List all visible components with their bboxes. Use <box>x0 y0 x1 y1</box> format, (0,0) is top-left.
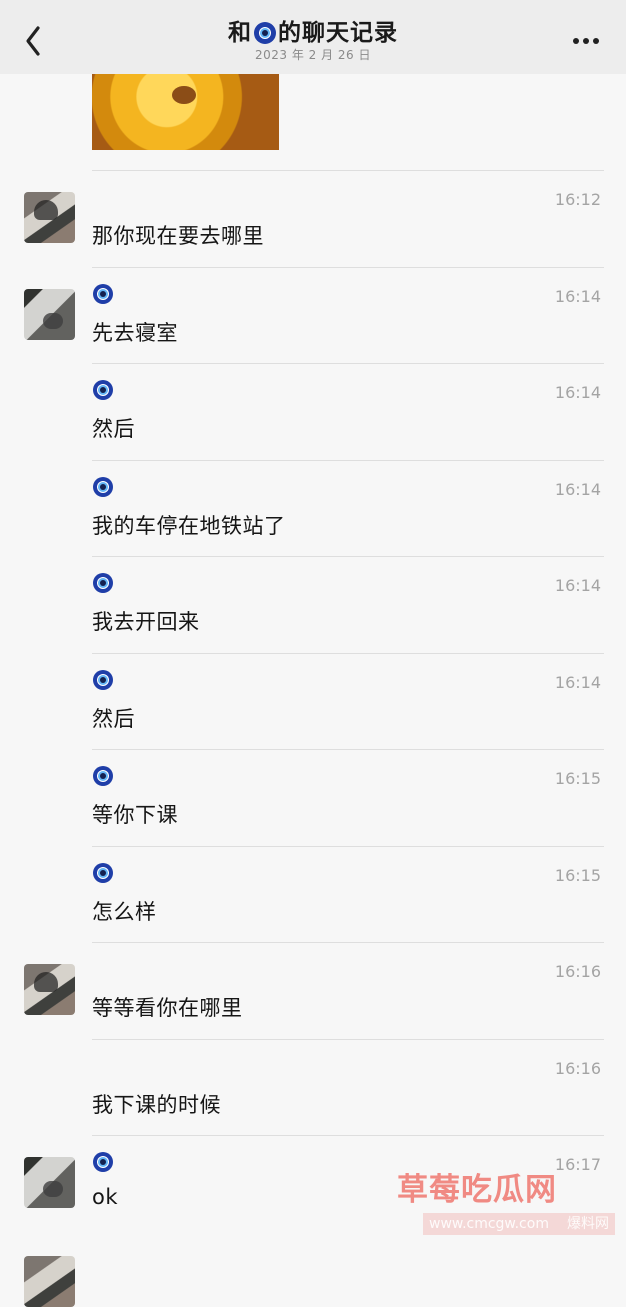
sender-evil-eye-icon <box>93 380 113 400</box>
message-time: 16:12 <box>554 190 601 209</box>
image-detail <box>172 86 196 104</box>
message-time: 16:14 <box>554 576 601 595</box>
message-row: 16:12 那你现在要去哪里 <box>0 170 626 267</box>
evil-eye-icon <box>254 22 276 44</box>
message-text: 等等看你在哪里 <box>92 996 243 1020</box>
message-time: 16:16 <box>554 1058 601 1078</box>
sender-evil-eye-icon <box>93 669 113 690</box>
message-time: 16:14 <box>554 479 601 499</box>
message-time: 16:15 <box>554 769 601 788</box>
message-row: 16:15 怎么样 <box>0 845 626 943</box>
sender-evil-eye-icon <box>93 766 113 786</box>
message-row: 16:14 然后 <box>0 652 626 750</box>
title-prefix: 和 <box>228 20 252 46</box>
message-text: 然后 <box>92 417 135 441</box>
chat-date: 2023 年 2 月 26 日 <box>254 48 372 62</box>
sender-evil-eye-icon <box>93 1152 113 1172</box>
sender-evil-eye-icon <box>93 283 113 304</box>
message-time: 16:16 <box>554 962 601 981</box>
message-row: 16:14 我的车停在地铁站了 <box>0 459 626 557</box>
message-time: 16:14 <box>554 383 601 402</box>
chat-header: 和 的聊天记录 2023 年 2 月 26 日 <box>0 0 626 74</box>
message-time: 16:17 <box>554 1155 601 1174</box>
message-row: 16:17 ok <box>0 1135 626 1232</box>
avatar[interactable] <box>24 288 75 340</box>
message-time: 16:14 <box>554 286 601 306</box>
message-row: 16:14 先去寝室 <box>0 266 626 364</box>
message-text: 我的车停在地铁站了 <box>92 513 286 538</box>
chat-history: 16:12 那你现在要去哪里 16:14 先去寝室 16:14 然后 16:14… <box>0 170 626 1232</box>
message-row: 16:16 等等看你在哪里 <box>0 942 626 1039</box>
message-text: 我下课的时候 <box>92 1092 221 1117</box>
message-text: 我去开回来 <box>92 610 200 634</box>
shared-image[interactable] <box>92 74 279 150</box>
sender-evil-eye-icon <box>93 476 113 497</box>
avatar[interactable] <box>24 964 75 1015</box>
message-row: 16:14 我去开回来 <box>0 556 626 653</box>
title-suffix: 的聊天记录 <box>278 20 398 46</box>
message-text: 等你下课 <box>92 803 178 827</box>
more-icon <box>573 38 599 44</box>
message-text: 那你现在要去哪里 <box>92 224 264 248</box>
avatar[interactable] <box>24 1157 75 1208</box>
avatar[interactable] <box>24 192 75 243</box>
sender-evil-eye-icon <box>93 862 113 883</box>
message-text: 怎么样 <box>92 899 157 924</box>
message-text: 然后 <box>92 706 135 731</box>
message-text: ok <box>92 1185 119 1209</box>
message-time: 16:14 <box>554 672 601 692</box>
message-time: 16:15 <box>554 865 601 885</box>
message-text: 先去寝室 <box>92 320 178 345</box>
message-row: 16:15 等你下课 <box>0 749 626 846</box>
message-row: 16:16 我下课的时候 <box>0 1038 626 1136</box>
sender-evil-eye-icon <box>93 573 113 593</box>
title-area: 和 的聊天记录 2023 年 2 月 26 日 <box>0 16 626 63</box>
more-button[interactable] <box>570 30 602 52</box>
page-title: 和 的聊天记录 <box>228 16 398 50</box>
avatar[interactable] <box>24 1256 75 1307</box>
message-row: 16:14 然后 <box>0 363 626 460</box>
